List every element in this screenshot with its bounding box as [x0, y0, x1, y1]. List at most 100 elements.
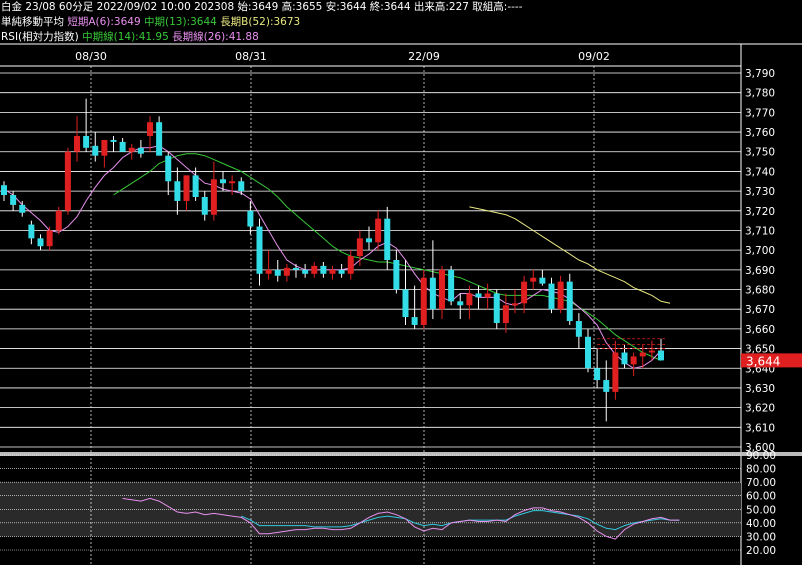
- candle: [466, 285, 473, 320]
- candle: [493, 289, 500, 329]
- candle-body: [366, 238, 372, 243]
- candle-body: [621, 352, 628, 365]
- chart-canvas: 3,790 3,780 3,770 3,760 3,750 3,740 3,730 3,720…: [0, 43, 802, 565]
- date-label: 08/31: [235, 50, 267, 63]
- candle: [101, 139, 108, 168]
- candle-body: [74, 135, 80, 152]
- candle: [411, 285, 418, 329]
- candle: [585, 328, 591, 373]
- price-tick-label: 3,690: [745, 265, 775, 277]
- candle-body: [402, 289, 409, 318]
- candle: [320, 261, 327, 278]
- candle-body: [174, 181, 181, 201]
- candle: [457, 293, 464, 320]
- candle-body: [293, 267, 299, 270]
- last-price-label: 3,644: [746, 354, 780, 368]
- candle-body: [238, 181, 245, 192]
- candle: [658, 338, 664, 361]
- price-tick-label: 3,660: [745, 324, 775, 336]
- candle: [557, 275, 564, 314]
- candle-body: [329, 269, 336, 274]
- rsi-tick-label: 60.00: [746, 491, 776, 503]
- rsi-tick-label: 30.00: [746, 531, 776, 543]
- candle: [256, 218, 263, 286]
- candle-body: [320, 265, 327, 274]
- candle-body: [566, 281, 573, 322]
- candle: [347, 250, 354, 280]
- candle: [229, 175, 236, 196]
- price-tick-label: 3,740: [745, 166, 775, 178]
- price-tick-label: 3,710: [745, 225, 775, 237]
- candle-body: [512, 303, 518, 306]
- candle-body: [46, 230, 53, 247]
- candle-body: [375, 218, 382, 243]
- candle-body: [429, 277, 436, 310]
- candle-body: [603, 380, 610, 392]
- rsi-tick-label: 70.00: [746, 477, 776, 489]
- candle-body: [530, 277, 537, 282]
- candle: [420, 269, 427, 329]
- candle: [329, 265, 336, 280]
- candle-body: [658, 350, 664, 361]
- candle-body: [192, 175, 199, 198]
- candle: [156, 116, 163, 156]
- candle-body: [137, 147, 144, 154]
- rsi-tick-label: 50.00: [746, 504, 776, 516]
- candle-body: [101, 139, 108, 156]
- candle: [356, 230, 363, 266]
- candle: [119, 137, 126, 152]
- candle: [83, 98, 90, 152]
- price-tick-label: 3,610: [745, 422, 775, 434]
- candle: [338, 263, 345, 278]
- candle: [247, 200, 254, 235]
- candle-body: [439, 269, 445, 310]
- candle: [74, 116, 80, 162]
- candle: [55, 206, 62, 235]
- candle-body: [28, 224, 35, 239]
- candle: [265, 250, 272, 280]
- date-label: 08/30: [75, 50, 107, 63]
- candle-body: [110, 139, 117, 142]
- candle-body: [585, 336, 591, 369]
- candle: [548, 277, 555, 314]
- candle-body: [639, 352, 646, 357]
- candle: [110, 135, 117, 152]
- candle: [311, 261, 318, 278]
- candle: [192, 167, 199, 201]
- candle-body: [183, 175, 190, 201]
- candle-body: [648, 350, 655, 353]
- candle: [147, 116, 153, 152]
- candle-body: [156, 122, 163, 156]
- candle-body: [521, 281, 528, 304]
- candle: [448, 265, 455, 306]
- candle-body: [575, 321, 582, 337]
- candle-body: [1, 185, 7, 196]
- candle-body: [220, 179, 226, 184]
- rsi-tick-label: 90.00: [746, 450, 776, 462]
- candle-body: [557, 281, 564, 310]
- candle-body: [548, 283, 555, 310]
- candle-body: [502, 305, 509, 323]
- candle-body: [147, 122, 153, 136]
- candle-body: [384, 218, 391, 260]
- candle: [165, 151, 172, 196]
- candle: [484, 283, 491, 310]
- candle: [612, 340, 619, 400]
- candle-body: [311, 265, 318, 274]
- candle-body: [201, 197, 208, 215]
- price-tick-label: 3,670: [745, 304, 775, 316]
- ma-short-line: [3, 145, 662, 369]
- candle: [201, 191, 208, 221]
- price-tick-label: 3,750: [745, 147, 775, 159]
- candle-body: [128, 147, 135, 152]
- candle-body: [630, 356, 637, 365]
- candle: [429, 240, 436, 320]
- candle: [530, 269, 537, 290]
- candle-body: [475, 293, 482, 298]
- candle-body: [83, 135, 90, 148]
- candle-body: [119, 141, 126, 152]
- candle-body: [19, 204, 26, 213]
- candle: [210, 161, 217, 221]
- candle-body: [466, 293, 473, 306]
- candle: [594, 348, 601, 388]
